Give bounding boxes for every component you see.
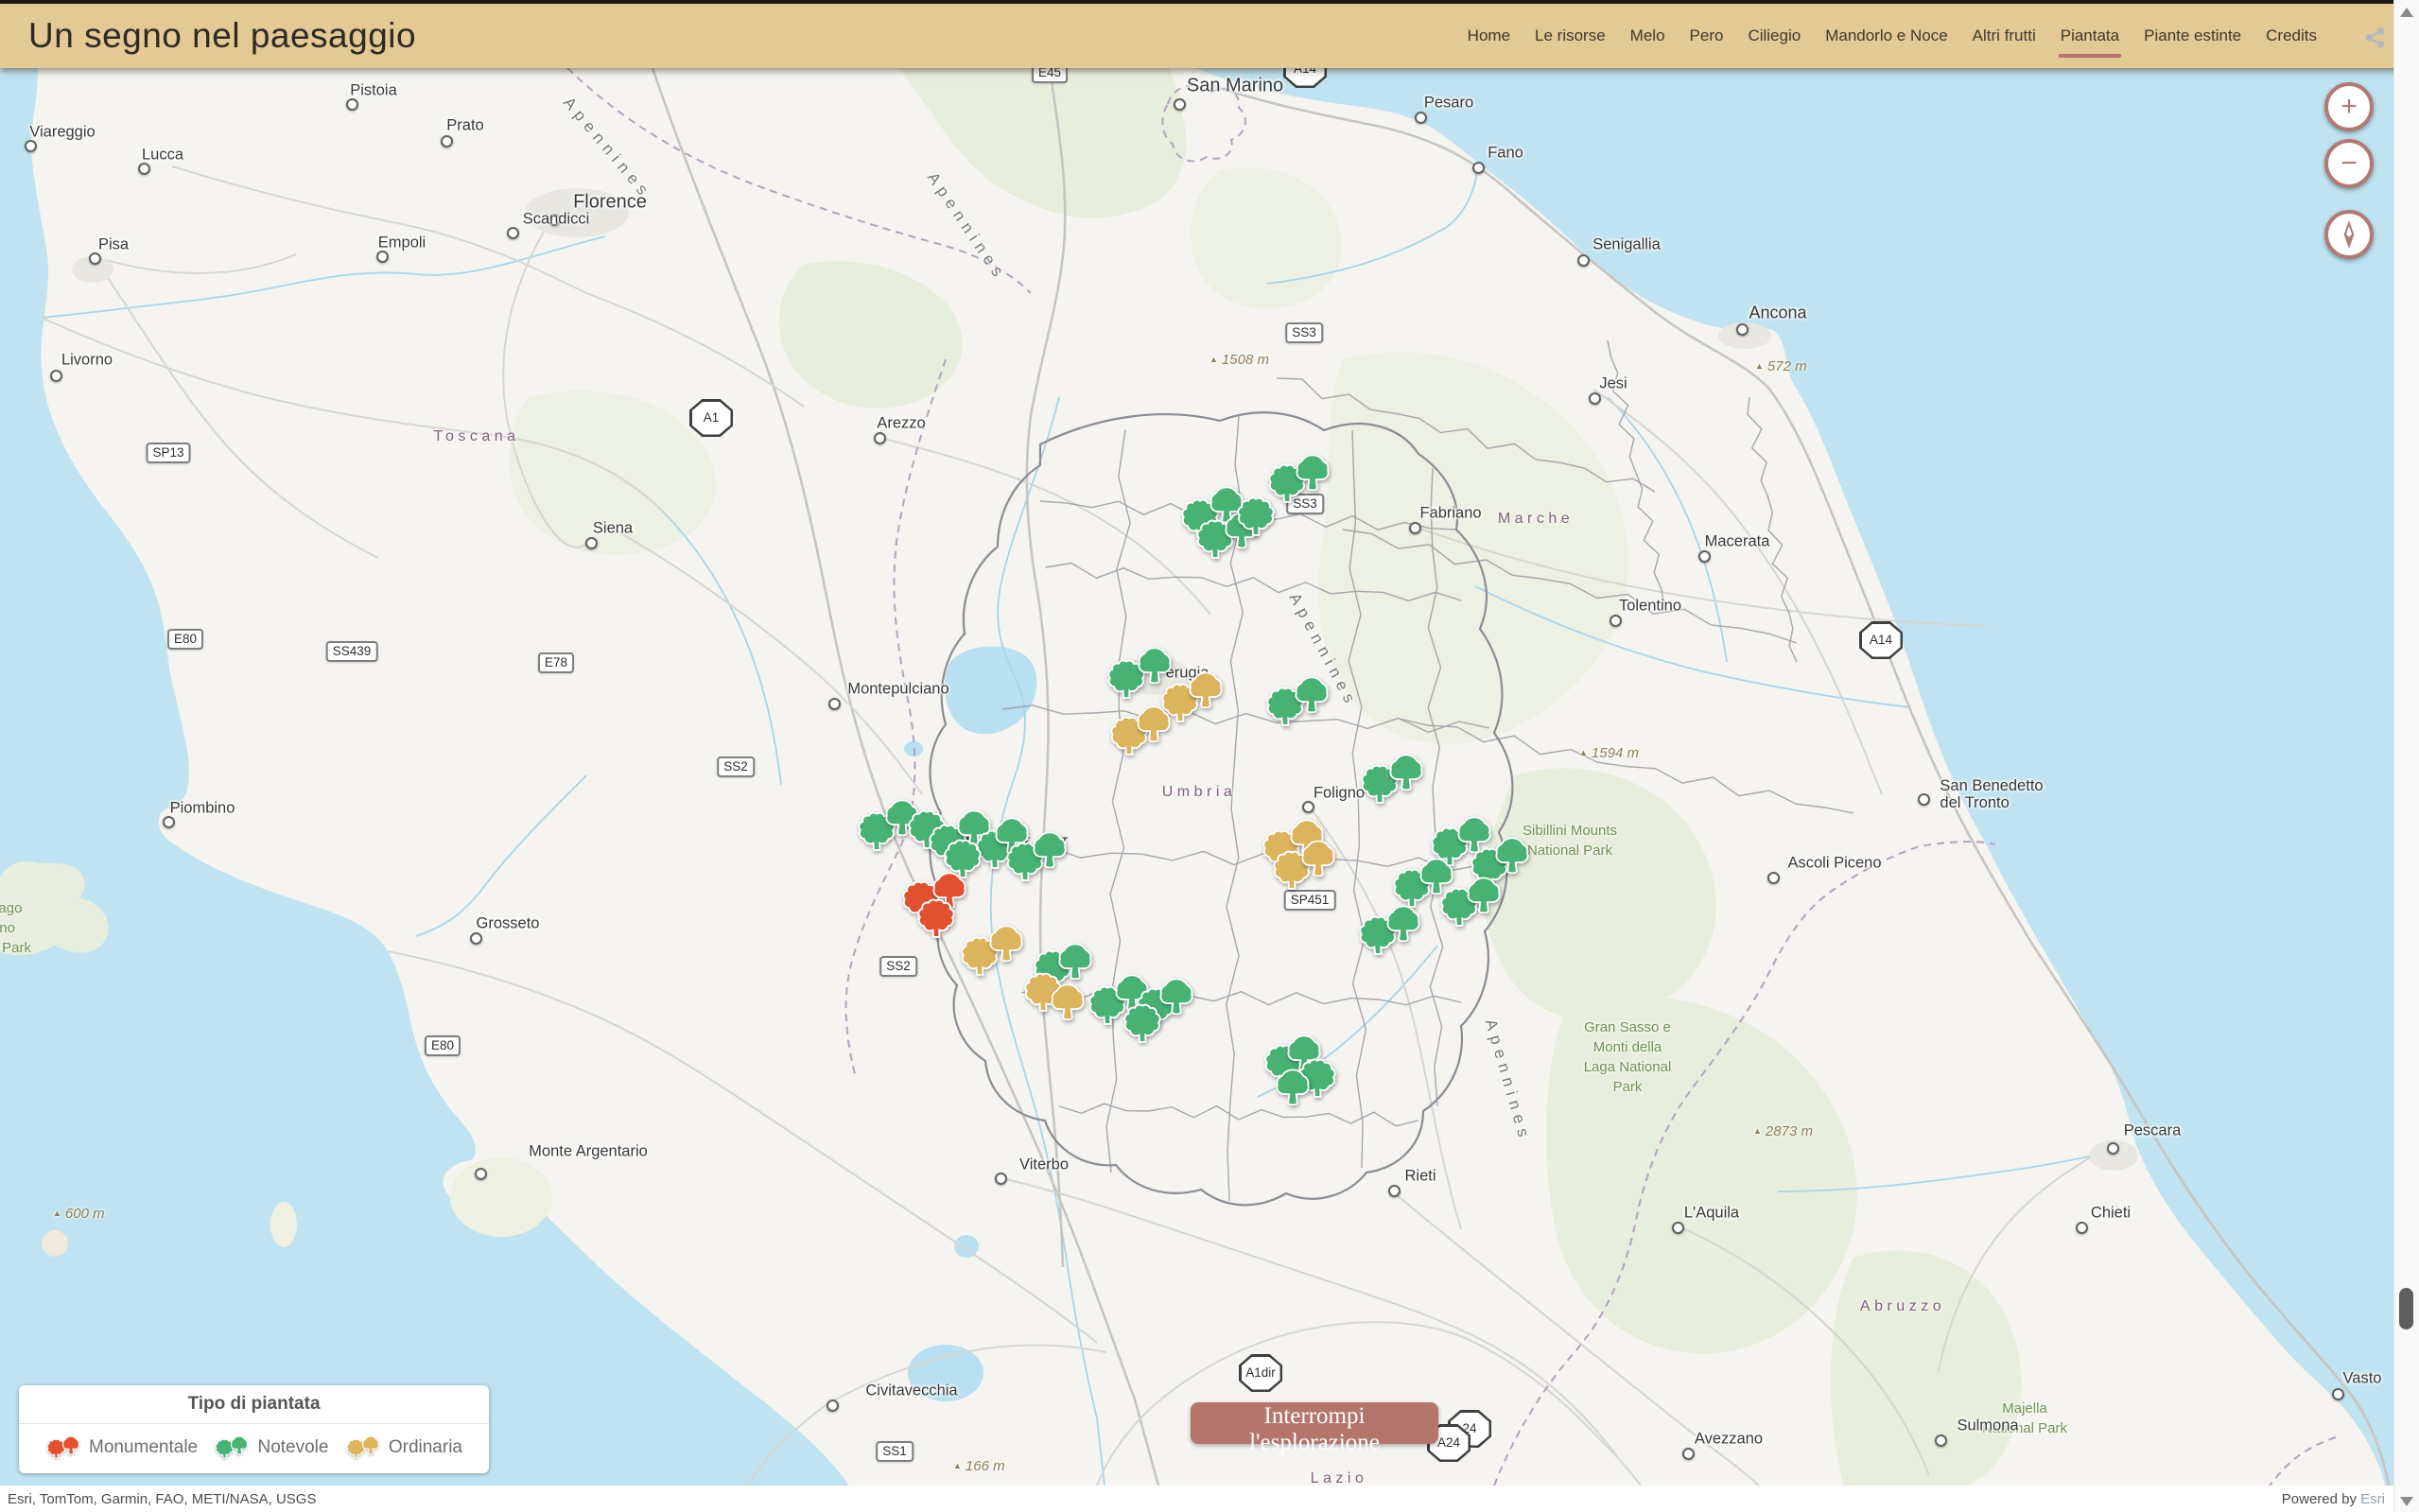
notevole-tree-marker[interactable] <box>1272 1068 1314 1109</box>
ordinaria-tree-marker[interactable] <box>1133 704 1175 746</box>
stop-exploration-button[interactable]: Interrompi l'esplorazione <box>1191 1402 1438 1444</box>
nav-item-altri-frutti[interactable]: Altri frutti <box>1973 26 2036 45</box>
compass-button[interactable] <box>2324 210 2374 259</box>
notevole-tree-marker[interactable] <box>1029 830 1070 872</box>
legend-panel: Tipo di piantata Monumentale Notevole Ordi… <box>19 1385 489 1473</box>
scrollbar-down-arrow-icon[interactable] <box>2400 1497 2413 1506</box>
page-title: Un segno nel paesaggio <box>28 16 416 56</box>
legend-label: Notevole <box>257 1437 328 1458</box>
notevole-tree-marker[interactable] <box>1463 876 1505 917</box>
legend-item-ordinaria: Ordinaria <box>345 1434 462 1462</box>
scrollbar-up-arrow-icon[interactable] <box>2400 8 2413 17</box>
header: Un segno nel paesaggio Home Le risorse Mel… <box>0 4 2419 68</box>
notevole-tree-marker[interactable] <box>1292 453 1333 495</box>
notevole-tree-marker[interactable] <box>1385 753 1427 794</box>
powered-by: Powered by Esri <box>2282 1491 2385 1507</box>
nav-item-home[interactable]: Home <box>1468 26 1510 45</box>
nav-item-melo[interactable]: Melo <box>1630 26 1665 45</box>
legend-ordinaria-icon <box>345 1434 381 1462</box>
ordinaria-tree-marker[interactable] <box>985 924 1027 965</box>
notevole-tree-marker[interactable] <box>1291 675 1332 717</box>
legend-item-monumentale: Monumentale <box>45 1434 198 1462</box>
top-strip <box>0 0 2419 4</box>
nav-item-pero[interactable]: Pero <box>1690 26 1724 45</box>
scrollbar-thumb[interactable] <box>2399 1288 2413 1330</box>
monumentale-leaf-marker[interactable] <box>914 897 958 941</box>
map-canvas[interactable] <box>0 0 2419 1512</box>
share-icon[interactable] <box>2364 26 2387 49</box>
legend-title: Tipo di piantata <box>19 1385 489 1415</box>
nav-item-le-risorse[interactable]: Le risorse <box>1535 26 1606 45</box>
ordinaria-tree-marker[interactable] <box>1047 982 1088 1024</box>
app-root: ITALYToscanaUmbriaMarcheLazioAbruzzoSibi… <box>0 0 2419 1512</box>
legend-label: Monumentale <box>89 1437 198 1458</box>
compass-needle-icon <box>2335 220 2363 249</box>
main-nav: Home Le risorse Melo Pero Ciliegio Mandorlo e… <box>1468 4 2317 68</box>
nav-item-credits[interactable]: Credits <box>2266 26 2317 45</box>
nav-item-piantata[interactable]: Piantata <box>2061 26 2119 45</box>
legend-label: Ordinaria <box>389 1437 462 1458</box>
zoom-out-button[interactable]: − <box>2324 139 2374 188</box>
nav-item-ciliegio[interactable]: Ciliegio <box>1748 26 1801 45</box>
zoom-in-button[interactable]: + <box>2324 82 2374 131</box>
notevole-tree-marker[interactable] <box>1491 836 1533 878</box>
ordinaria-tree-marker[interactable] <box>1185 670 1227 712</box>
legend-notevole-icon <box>214 1434 250 1462</box>
legend-monumentale-icon <box>45 1434 81 1462</box>
esri-brand[interactable]: Esri <box>2360 1491 2385 1507</box>
legend-item-notevole: Notevole <box>214 1434 328 1462</box>
ordinaria-tree-marker[interactable] <box>1297 839 1339 880</box>
nav-item-piante-estinte[interactable]: Piante estinte <box>2144 26 2241 45</box>
nav-item-mandorlo-e-noce[interactable]: Mandorlo e Noce <box>1825 26 1947 45</box>
notevole-tree-marker[interactable] <box>1383 904 1424 946</box>
notevole-leaf-marker[interactable] <box>1121 1002 1164 1046</box>
scrollbar[interactable] <box>2393 0 2419 1512</box>
attribution-bar: Esri, TomTom, Garmin, FAO, METI/NASA, US… <box>0 1486 2394 1512</box>
legend-items: Monumentale Notevole Ordinaria <box>19 1424 489 1471</box>
attribution-text: Esri, TomTom, Garmin, FAO, METI/NASA, US… <box>8 1491 316 1507</box>
